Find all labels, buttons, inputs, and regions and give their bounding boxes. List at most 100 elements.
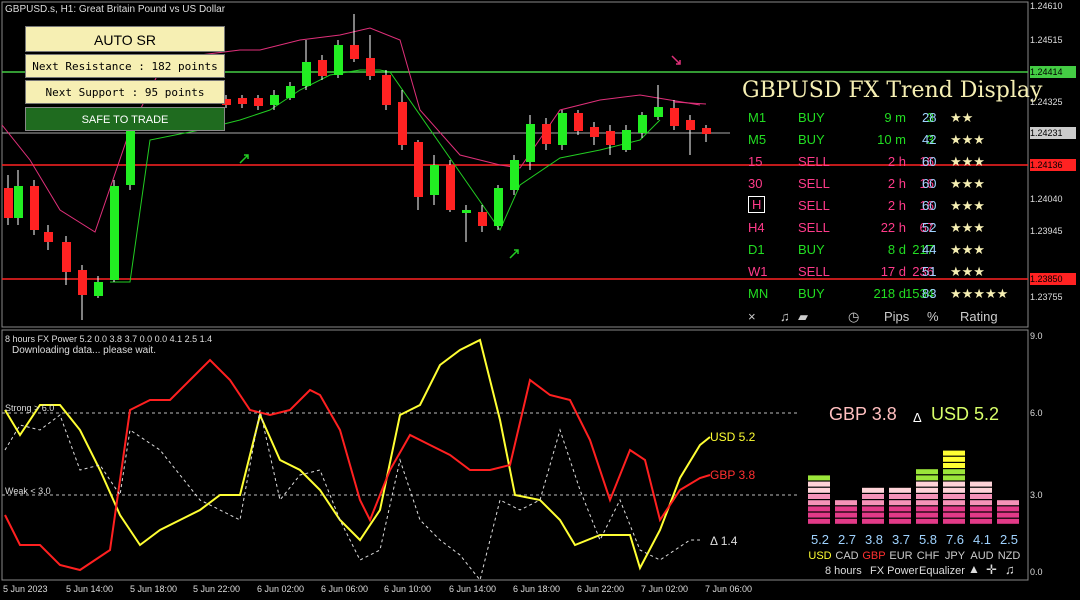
time-label: 5 Jun 18:00 bbox=[130, 584, 178, 594]
trend-timeframe[interactable]: M1 bbox=[748, 110, 766, 125]
trend-timeframe[interactable]: MN bbox=[748, 286, 768, 301]
price-label: 1.23755 bbox=[1030, 292, 1063, 302]
trend-percent: 60 bbox=[922, 154, 937, 169]
equalizer-bar-segment bbox=[943, 481, 965, 487]
equalizer-bar-segment bbox=[835, 500, 857, 506]
pips-header: Pips bbox=[884, 309, 910, 324]
resistance-price-box: 1.24414 bbox=[1030, 66, 1076, 78]
time-label: 6 Jun 10:00 bbox=[384, 584, 432, 594]
crosshair-icon[interactable]: ✛ bbox=[986, 562, 997, 578]
equalizer-bar-segment bbox=[943, 506, 965, 512]
time-label: 5 Jun 2023 bbox=[3, 584, 48, 594]
trend-rating: ★★★★★ bbox=[950, 286, 1009, 301]
trend-signal: SELL bbox=[798, 198, 830, 213]
trend-duration: 10 m bbox=[877, 132, 906, 147]
clock-icon: ◷ bbox=[848, 309, 860, 324]
percent-header: % bbox=[927, 309, 939, 324]
trend-percent: 60 bbox=[922, 176, 937, 191]
sound-icon[interactable]: ♫ bbox=[780, 309, 790, 324]
indicator-status: Downloading data... please wait. bbox=[12, 345, 156, 356]
trend-duration: 2 h bbox=[887, 154, 906, 169]
equalizer-bar-segment bbox=[970, 506, 992, 512]
trend-row: H4 SELL 22 h 67 52 ★★★ bbox=[742, 217, 1026, 239]
indicator-axis-label: 6.0 bbox=[1030, 408, 1043, 418]
price-label: 1.23945 bbox=[1030, 226, 1063, 236]
equalizer-bar-segment bbox=[862, 487, 884, 493]
equalizer-value: 2.7 bbox=[837, 532, 857, 547]
pair-gbp-strength: GBP 3.8 bbox=[829, 404, 897, 424]
equalizer-value: 7.6 bbox=[945, 532, 965, 547]
trend-signal: SELL bbox=[798, 220, 830, 235]
trend-timeframe[interactable]: H4 bbox=[748, 220, 765, 235]
terminal-window: GBPUSD.s, H1: Great Britain Pound vs US … bbox=[0, 0, 1080, 600]
time-label: 5 Jun 14:00 bbox=[66, 584, 114, 594]
trend-timeframe[interactable]: D1 bbox=[748, 242, 765, 257]
equalizer-value: 3.8 bbox=[864, 532, 884, 547]
equalizer-bar-segment bbox=[943, 450, 965, 456]
trend-signal: BUY bbox=[798, 242, 825, 257]
trend-row: 15 SELL 2 h 16 60 ★★★ bbox=[742, 151, 1026, 173]
equalizer-bar-segment bbox=[916, 506, 938, 512]
equalizer-value: 3.7 bbox=[891, 532, 911, 547]
close-icon[interactable]: × bbox=[748, 309, 756, 324]
usd-power-line bbox=[4, 338, 711, 571]
equalizer-bar-segment bbox=[808, 506, 830, 512]
trend-rating: ★★★ bbox=[950, 198, 985, 213]
time-label: 6 Jun 18:00 bbox=[513, 584, 561, 594]
equalizer-bar-segment bbox=[889, 500, 911, 506]
trend-rating: ★★ bbox=[950, 110, 974, 125]
eq-footer-period: 8 hours bbox=[825, 565, 862, 577]
trend-signal: SELL bbox=[798, 154, 830, 169]
time-label: 7 Jun 02:00 bbox=[641, 584, 689, 594]
trend-timeframe[interactable]: M5 bbox=[748, 132, 766, 147]
rating-header: Rating bbox=[960, 309, 998, 324]
equalizer-value: 4.1 bbox=[972, 532, 992, 547]
trend-row: M5 BUY 10 m 3 42 ★★★ bbox=[742, 129, 1026, 151]
eq-footer-type: Equalizer bbox=[919, 565, 965, 577]
equalizer-bar-segment bbox=[943, 500, 965, 506]
equalizer-bar-segment bbox=[835, 512, 857, 518]
delta-line-label: Δ 1.4 bbox=[710, 534, 738, 548]
equalizer-bar-segment bbox=[943, 456, 965, 462]
equalizer-bar-segment bbox=[916, 512, 938, 518]
sound-icon[interactable]: ♫ bbox=[1005, 562, 1015, 577]
equalizer-bar-segment bbox=[943, 469, 965, 475]
trend-rating: ★★★ bbox=[950, 154, 985, 169]
equalizer-bar-segment bbox=[943, 487, 965, 493]
gbp-line-label: GBP 3.8 bbox=[710, 468, 756, 482]
trend-percent: 60 bbox=[922, 198, 937, 213]
trend-timeframe[interactable]: 30 bbox=[748, 176, 762, 191]
equalizer-bar-segment bbox=[862, 506, 884, 512]
price-label: 1.24325 bbox=[1030, 97, 1063, 107]
usd-line-label: USD 5.2 bbox=[710, 430, 756, 444]
trend-duration: 22 h bbox=[880, 220, 906, 235]
trend-timeframe[interactable]: H bbox=[748, 196, 766, 213]
equalizer-bar-segment bbox=[808, 518, 830, 524]
equalizer-bar-segment bbox=[997, 500, 1019, 506]
trend-row: W1 SELL 17 d 236 51 ★★★ bbox=[742, 261, 1026, 283]
trend-timeframe[interactable]: W1 bbox=[748, 264, 768, 279]
trend-signal: BUY bbox=[798, 110, 825, 125]
pair-usd-strength: USD 5.2 bbox=[931, 404, 1000, 424]
trend-signal: SELL bbox=[798, 176, 830, 191]
trend-rating: ★★★ bbox=[950, 264, 985, 279]
equalizer-bar-segment bbox=[835, 506, 857, 512]
equalizer-bar-segment bbox=[808, 481, 830, 487]
current-price-box: 1.24231 bbox=[1030, 127, 1076, 139]
trend-duration: 9 m bbox=[884, 110, 906, 125]
equalizer-bar-segment bbox=[862, 512, 884, 518]
trend-rating: ★★★ bbox=[950, 220, 985, 235]
trend-timeframe[interactable]: 15 bbox=[748, 154, 762, 169]
time-label: 6 Jun 02:00 bbox=[257, 584, 305, 594]
trend-duration: 218 d bbox=[873, 286, 906, 301]
equalizer-currency: EUR bbox=[889, 550, 913, 562]
trend-row: H SELL 2 h 16 60 ★★★ bbox=[742, 195, 1026, 217]
trend-rating: ★★★ bbox=[950, 176, 985, 191]
pen-icon[interactable]: ▰ bbox=[798, 309, 808, 325]
equalizer-bar-segment bbox=[808, 475, 830, 481]
equalizer-currency: GBP bbox=[862, 550, 886, 562]
settings-icon[interactable]: ▲ bbox=[968, 562, 980, 576]
equalizer-value: 2.5 bbox=[999, 532, 1019, 547]
price-label: 1.24515 bbox=[1030, 35, 1063, 45]
equalizer-bar-segment bbox=[808, 512, 830, 518]
